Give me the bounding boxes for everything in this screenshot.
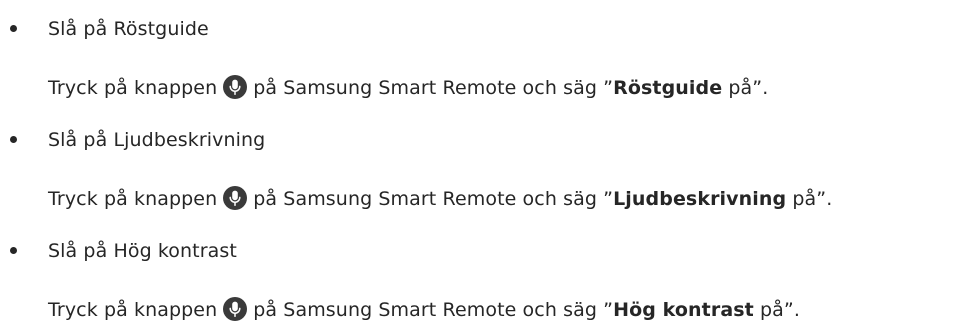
description-after: på Samsung Smart Remote och säg ” xyxy=(253,77,614,99)
item-description: Tryck på knappen på Samsung Smart Remote… xyxy=(48,184,832,214)
accessibility-voice-commands: Slå på Röstguide Tryck på knappen på Sam… xyxy=(0,0,960,334)
description-before: Tryck på knappen xyxy=(48,77,218,99)
description-before: Tryck på knappen xyxy=(48,299,218,321)
item-description: Tryck på knappen på Samsung Smart Remote… xyxy=(48,295,800,325)
microphone-icon xyxy=(223,75,248,99)
item-title: Slå på Röstguide xyxy=(48,18,209,40)
voice-command: Röstguide xyxy=(613,77,723,99)
item-title: Slå på Hög kontrast xyxy=(48,240,237,262)
description-after: på Samsung Smart Remote och säg ” xyxy=(253,188,614,210)
description-end: på”. xyxy=(722,77,769,99)
microphone-icon xyxy=(223,297,248,321)
description-end: på”. xyxy=(753,299,800,321)
item-title: Slå på Ljudbeskrivning xyxy=(48,129,266,151)
microphone-icon xyxy=(223,186,248,210)
item-description: Tryck på knappen på Samsung Smart Remote… xyxy=(48,73,768,103)
bullet-icon xyxy=(10,25,17,32)
bullet-icon xyxy=(10,247,17,254)
voice-command: Ljudbeskrivning xyxy=(613,188,787,210)
description-end: på”. xyxy=(786,188,833,210)
description-after: på Samsung Smart Remote och säg ” xyxy=(253,299,614,321)
bullet-icon xyxy=(10,136,17,143)
voice-command: Hög kontrast xyxy=(613,299,754,321)
description-before: Tryck på knappen xyxy=(48,188,218,210)
